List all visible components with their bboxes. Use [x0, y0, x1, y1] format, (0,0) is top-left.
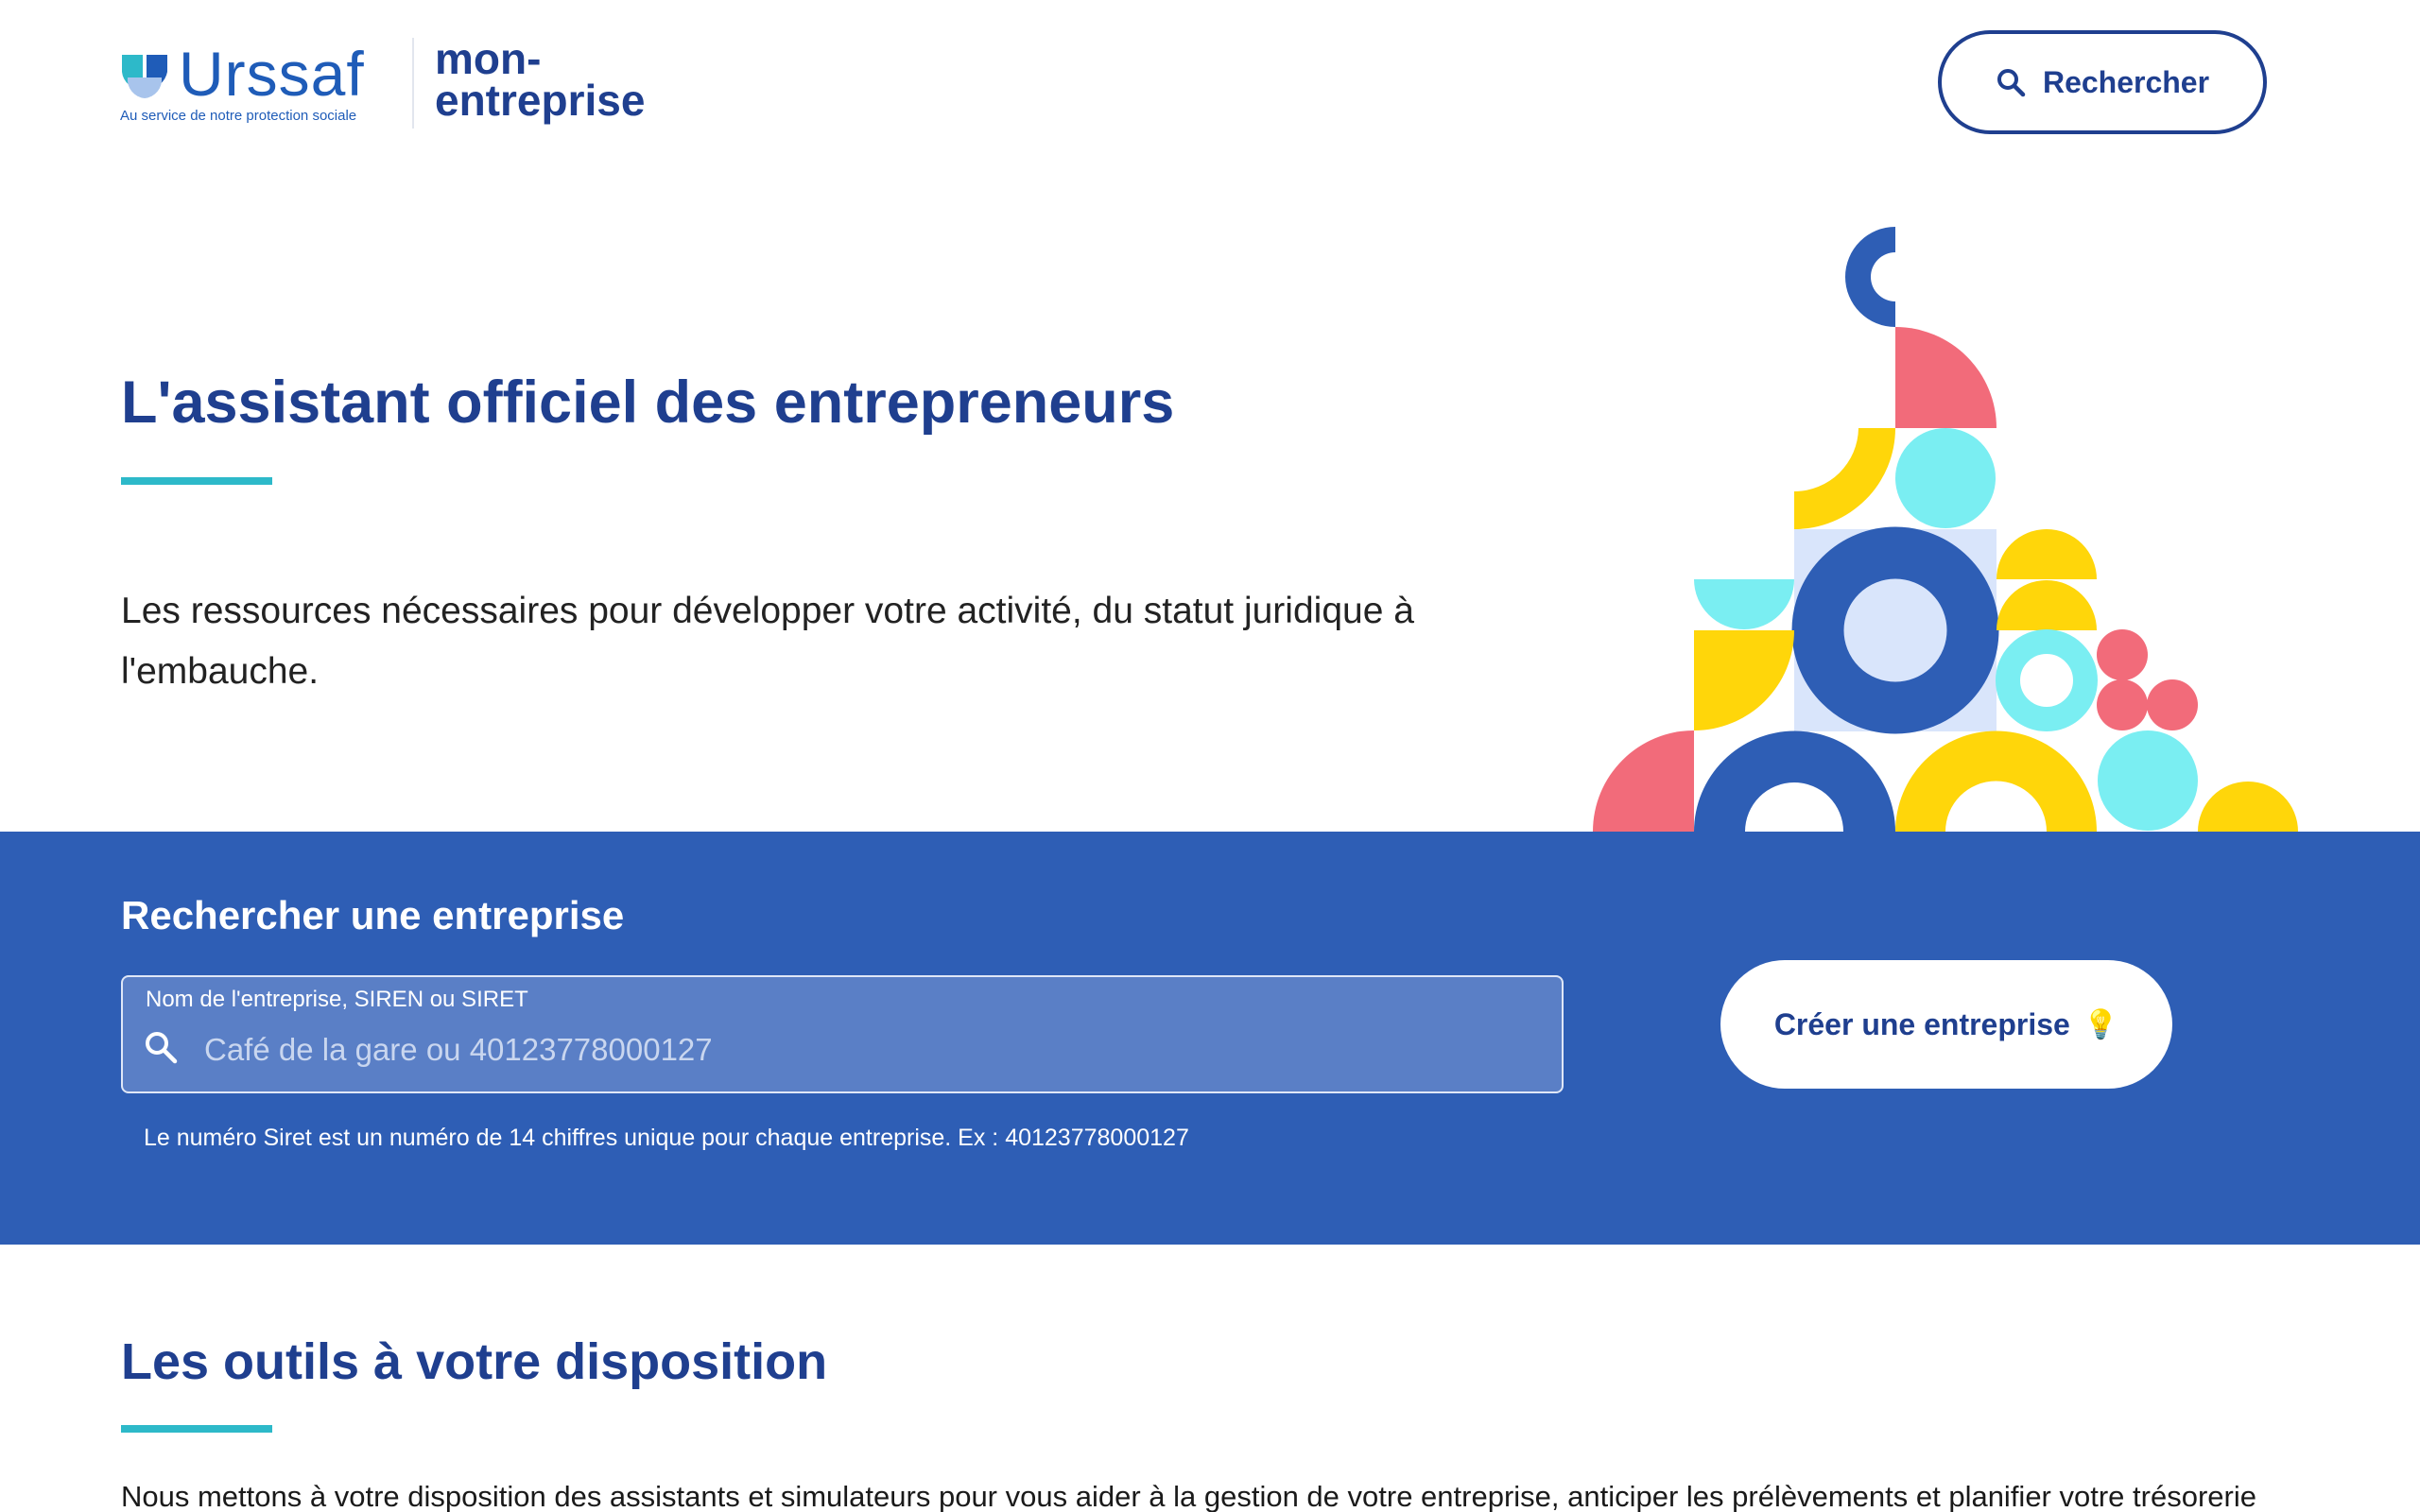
- yellow-arch-shape: [1895, 730, 2097, 832]
- create-company-label: Créer une entreprise: [1773, 1006, 2070, 1041]
- urssaf-logo-icon: [122, 55, 167, 98]
- hero-subtitle: Les ressources nécessaires pour développ…: [121, 591, 1414, 692]
- geometric-illustration: [1593, 227, 2298, 832]
- cyan-half-shape: [1694, 579, 1794, 629]
- search-icon: [1996, 69, 2026, 97]
- cyan-big-circle-shape: [2098, 730, 2198, 831]
- company-search-field-label: Nom de l'entreprise, SIREN ou SIRET: [146, 987, 528, 1012]
- hero-title: L'assistant officiel des entrepreneurs: [121, 369, 1175, 436]
- yellow-quarter-shape: [1694, 630, 1794, 730]
- lightbulb-icon: 💡: [2083, 1008, 2119, 1040]
- site-name-line1: mon-: [435, 34, 542, 83]
- red-dot-shape-1: [2097, 629, 2148, 680]
- company-search-title: Rechercher une entreprise: [121, 893, 625, 937]
- urssaf-wordmark: Urssaf: [179, 39, 365, 109]
- yellow-half-bottom-shape: [1996, 580, 2097, 630]
- red-quarter-shape: [1895, 327, 1996, 428]
- blue-arch-shape: [1694, 730, 1895, 832]
- search-icon: [146, 1032, 178, 1064]
- cyan-ring-shape: [1996, 629, 2098, 731]
- tools-title-underline: [121, 1425, 272, 1433]
- site-name-line2: entreprise: [435, 76, 646, 125]
- site-header: Urssaf Au service de notre protection so…: [0, 0, 2420, 165]
- logo-divider: [412, 38, 414, 129]
- red-dot-shape-3: [2147, 679, 2198, 730]
- cyan-circle-shape: [1895, 428, 1996, 528]
- red-bottom-quarter-shape: [1593, 730, 1694, 832]
- company-search-field[interactable]: Nom de l'entreprise, SIREN ou SIRET: [121, 975, 1564, 1093]
- blue-arc-shape: [1845, 227, 1895, 327]
- hero-title-underline: [121, 477, 272, 485]
- company-search-input[interactable]: [204, 1026, 1528, 1074]
- header-search-button[interactable]: Rechercher: [1938, 30, 2267, 134]
- yellow-bottom-half-shape: [2198, 782, 2298, 832]
- siret-help-text: Le numéro Siret est un numéro de 14 chif…: [144, 1125, 1189, 1151]
- yellow-half-top-shape: [1996, 529, 2097, 579]
- red-dot-shape-2: [2097, 679, 2148, 730]
- tools-section-title: Les outils à votre disposition: [121, 1333, 828, 1390]
- urssaf-logo[interactable]: Urssaf Au service de notre protection so…: [120, 39, 385, 129]
- tools-intro-text: Nous mettons à votre disposition des ass…: [121, 1480, 2256, 1512]
- header-search-label: Rechercher: [2042, 64, 2210, 99]
- yellow-arc-shape: [1794, 428, 1895, 529]
- create-company-button[interactable]: Créer une entreprise 💡: [1720, 960, 2172, 1089]
- urssaf-tagline: Au service de notre protection sociale: [120, 108, 357, 124]
- mon-entreprise-logo[interactable]: mon- entreprise: [435, 34, 646, 125]
